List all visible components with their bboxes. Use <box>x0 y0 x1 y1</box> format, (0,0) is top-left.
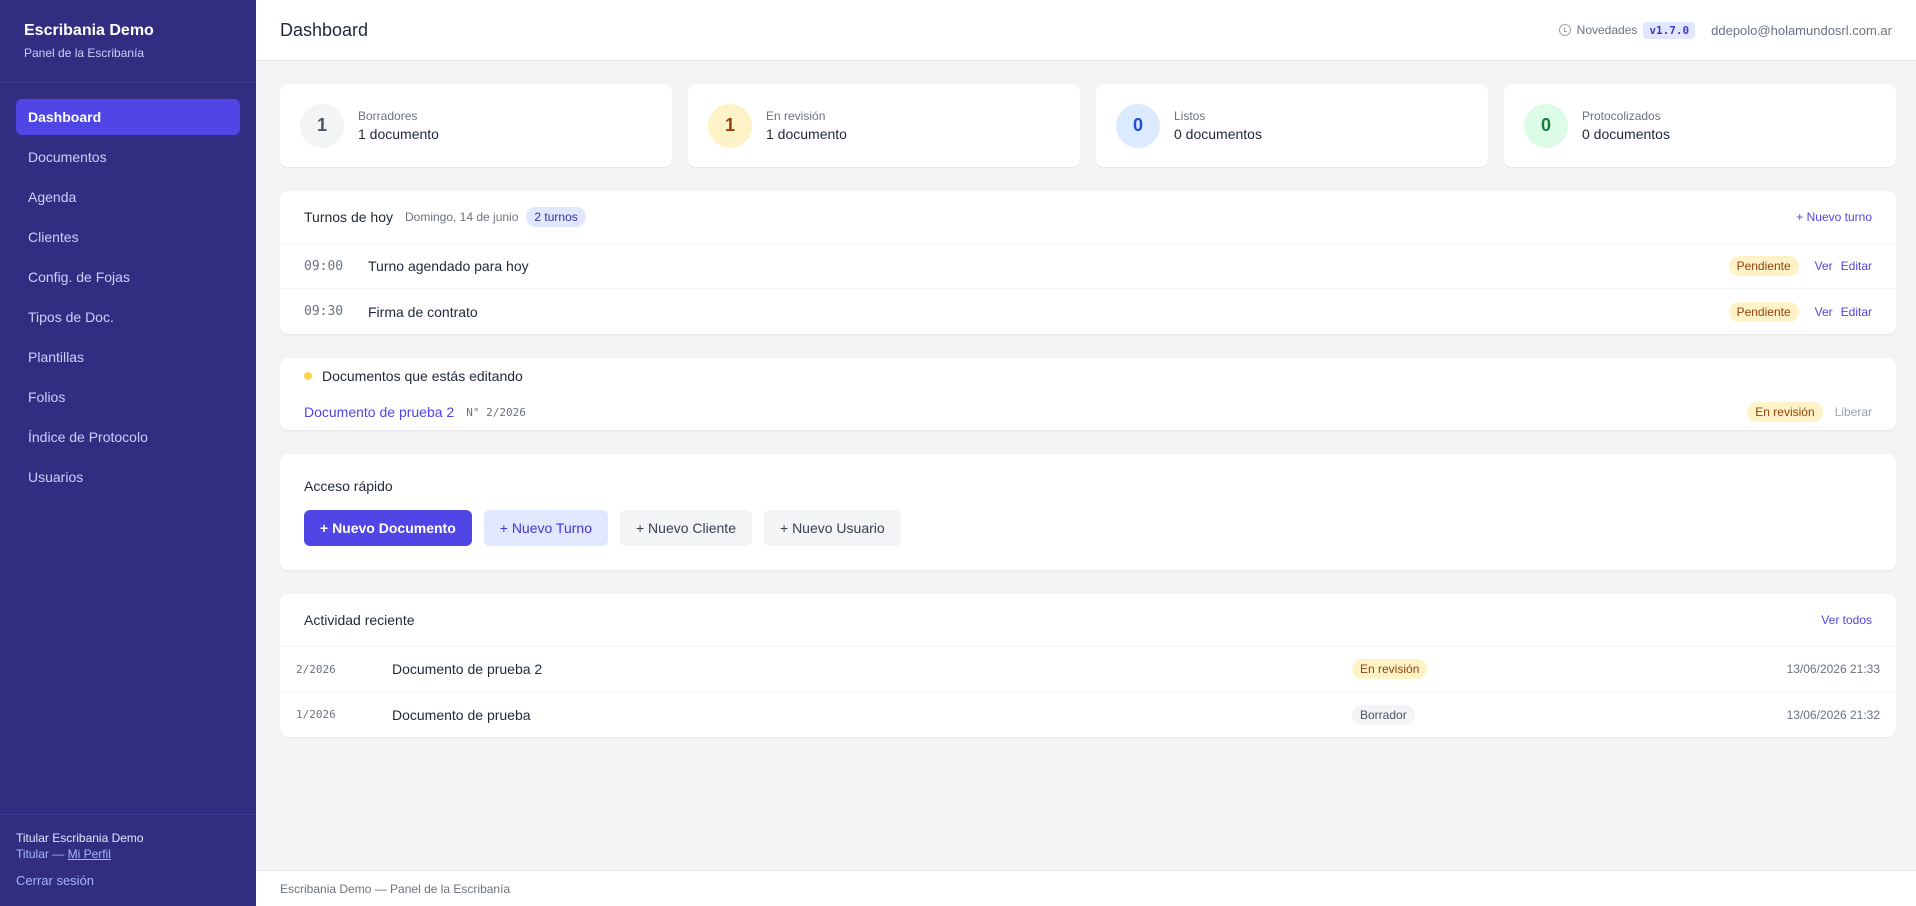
stat-count: 1 <box>300 103 344 148</box>
stat-value: 0 documentos <box>1174 126 1262 142</box>
new-appointment-button[interactable]: + Nuevo Turno <box>483 510 608 546</box>
stat-value: 1 documento <box>766 126 847 142</box>
sidebar-item-folios[interactable]: Folios <box>16 379 240 415</box>
sidebar-item-plantillas[interactable]: Plantillas <box>16 339 240 375</box>
topbar: Dashboard Novedades v1.7.0 ddepolo@holam… <box>256 0 1916 61</box>
turnos-count-badge: 2 turnos <box>526 207 586 227</box>
clock-icon <box>1558 24 1571 36</box>
activity-timestamp: 13/06/2026 21:33 <box>1786 662 1880 676</box>
stat-value: 0 documentos <box>1582 126 1670 142</box>
activity-row[interactable]: 1/2026 Documento de prueba Borrador 13/0… <box>280 692 1896 737</box>
sidebar-item-clientes[interactable]: Clientes <box>16 219 240 255</box>
brand-subtitle: Panel de la Escribanía <box>24 46 145 60</box>
stat-value: 1 documento <box>358 126 439 142</box>
appointment-row: 09:00 Turno agendado para hoy Pendiente … <box>280 244 1896 289</box>
status-badge: Pendiente <box>1728 256 1799 276</box>
editing-header: Documentos que estás editando <box>280 358 1896 394</box>
stat-label: Listos <box>1174 109 1206 123</box>
footer-text: Escribania Demo — Panel de la Escribanía <box>280 881 511 896</box>
document-link[interactable]: Documento de prueba 2 <box>304 404 454 420</box>
stat-count: 0 <box>1116 103 1160 148</box>
status-badge: En revisión <box>1352 659 1428 679</box>
sidebar-item-indice-protocolo[interactable]: Índice de Protocolo <box>16 419 240 455</box>
view-all-link[interactable]: Ver todos <box>1821 613 1872 627</box>
sidebar-item-agenda[interactable]: Agenda <box>16 179 240 215</box>
quick-access-title: Acceso rápido <box>304 478 393 494</box>
view-link[interactable]: Ver <box>1815 305 1833 319</box>
brand: Escribania Demo Panel de la Escribanía <box>0 0 256 83</box>
document-number: 2/2026 <box>296 662 336 676</box>
turnos-title: Turnos de hoy <box>304 209 393 225</box>
new-client-button[interactable]: + Nuevo Cliente <box>619 510 752 546</box>
sidebar-item-dashboard[interactable]: Dashboard <box>16 99 240 135</box>
page-title: Dashboard <box>280 19 369 40</box>
profile-link[interactable]: Mi Perfil <box>68 847 111 861</box>
activity-row[interactable]: 2/2026 Documento de prueba 2 En revisión… <box>280 647 1896 692</box>
status-badge: Pendiente <box>1728 301 1799 322</box>
appointment-time: 09:00 <box>304 258 344 274</box>
status-badge: Borrador <box>1352 704 1415 725</box>
activity-timestamp: 13/06/2026 21:32 <box>1786 707 1880 722</box>
sidebar-item-config-fojas[interactable]: Config. de Fojas <box>16 259 240 295</box>
activity-header: Actividad reciente Ver todos <box>280 594 1896 647</box>
version-badge: v1.7.0 <box>1643 21 1696 39</box>
sidebar: Escribania Demo Panel de la Escribanía D… <box>0 0 256 906</box>
appointment-row: 09:30 Firma de contrato Pendiente Ver Ed… <box>280 289 1896 334</box>
appointment-time: 09:30 <box>304 304 344 319</box>
appointment-name: Turno agendado para hoy <box>368 258 529 274</box>
edit-link[interactable]: Editar <box>1841 305 1872 319</box>
page-footer: Escribania Demo — Panel de la Escribanía <box>256 870 1916 906</box>
turnos-header: Turnos de hoy Domingo, 14 de junio 2 tur… <box>280 191 1896 244</box>
new-user-button[interactable]: + Nuevo Usuario <box>764 510 901 546</box>
turnos-card: Turnos de hoy Domingo, 14 de junio 2 tur… <box>280 191 1896 334</box>
sidebar-item-usuarios[interactable]: Usuarios <box>16 459 240 495</box>
user-name: Titular Escribania Demo <box>16 831 144 845</box>
user-email: ddepolo@holamundosrl.com.ar <box>1711 22 1892 38</box>
release-link[interactable]: Liberar <box>1835 405 1872 419</box>
document-name: Documento de prueba 2 <box>392 661 543 677</box>
editing-title: Documentos que estás editando <box>322 368 523 384</box>
new-document-button[interactable]: + Nuevo Documento <box>304 510 472 546</box>
stats-row: 1 Borradores 1 documento 1 En revisión 1… <box>280 84 1896 167</box>
stat-card-en-revision[interactable]: 1 En revisión 1 documento <box>688 84 1080 167</box>
news-label: Novedades <box>1576 23 1638 37</box>
document-name: Documento de prueba <box>392 706 531 723</box>
logout-link[interactable]: Cerrar sesión <box>16 873 240 888</box>
turnos-date: Domingo, 14 de junio <box>404 210 519 224</box>
news-button[interactable]: Novedades v1.7.0 <box>1558 21 1696 39</box>
appointment-name: Firma de contrato <box>368 303 478 320</box>
stat-card-borradores[interactable]: 1 Borradores 1 documento <box>280 84 672 167</box>
activity-card: Actividad reciente Ver todos 2/2026 Docu… <box>280 594 1896 737</box>
status-dot-icon <box>304 372 312 380</box>
stat-label: Borradores <box>358 109 418 123</box>
sidebar-item-documentos[interactable]: Documentos <box>16 139 240 175</box>
activity-title: Actividad reciente <box>304 612 415 628</box>
view-link[interactable]: Ver <box>1815 259 1833 273</box>
document-number: 1/2026 <box>296 708 336 721</box>
user-role: Titular — <box>16 847 65 861</box>
status-badge: En revisión <box>1747 402 1823 422</box>
quick-access-card: Acceso rápido + Nuevo Documento + Nuevo … <box>280 454 1896 570</box>
stat-label: En revisión <box>766 109 826 123</box>
edit-link[interactable]: Editar <box>1841 259 1872 273</box>
sidebar-item-tipos-doc[interactable]: Tipos de Doc. <box>16 299 240 335</box>
editing-card: Documentos que estás editando Documento … <box>280 358 1896 430</box>
stat-count: 0 <box>1524 103 1568 148</box>
sidebar-nav: Dashboard Documentos Agenda Clientes Con… <box>0 83 256 814</box>
stat-card-protocolizados[interactable]: 0 Protocolizados 0 documentos <box>1504 84 1896 167</box>
quick-access-buttons: + Nuevo Documento + Nuevo Turno + Nuevo … <box>280 494 1896 570</box>
main-content: 1 Borradores 1 documento 1 En revisión 1… <box>280 84 1896 737</box>
brand-title: Escribania Demo <box>24 22 154 39</box>
document-number: N° 2/2026 <box>466 405 526 419</box>
stat-card-listos[interactable]: 0 Listos 0 documentos <box>1096 84 1488 167</box>
stat-count: 1 <box>708 103 752 148</box>
editing-row: Documento de prueba 2 N° 2/2026 En revis… <box>280 394 1896 430</box>
stat-label: Protocolizados <box>1582 109 1661 123</box>
user-role-line: Titular — Mi Perfil <box>16 847 240 861</box>
new-appointment-link[interactable]: + Nuevo turno <box>1796 210 1872 224</box>
sidebar-user-panel: Titular Escribania Demo Titular — Mi Per… <box>0 814 256 906</box>
